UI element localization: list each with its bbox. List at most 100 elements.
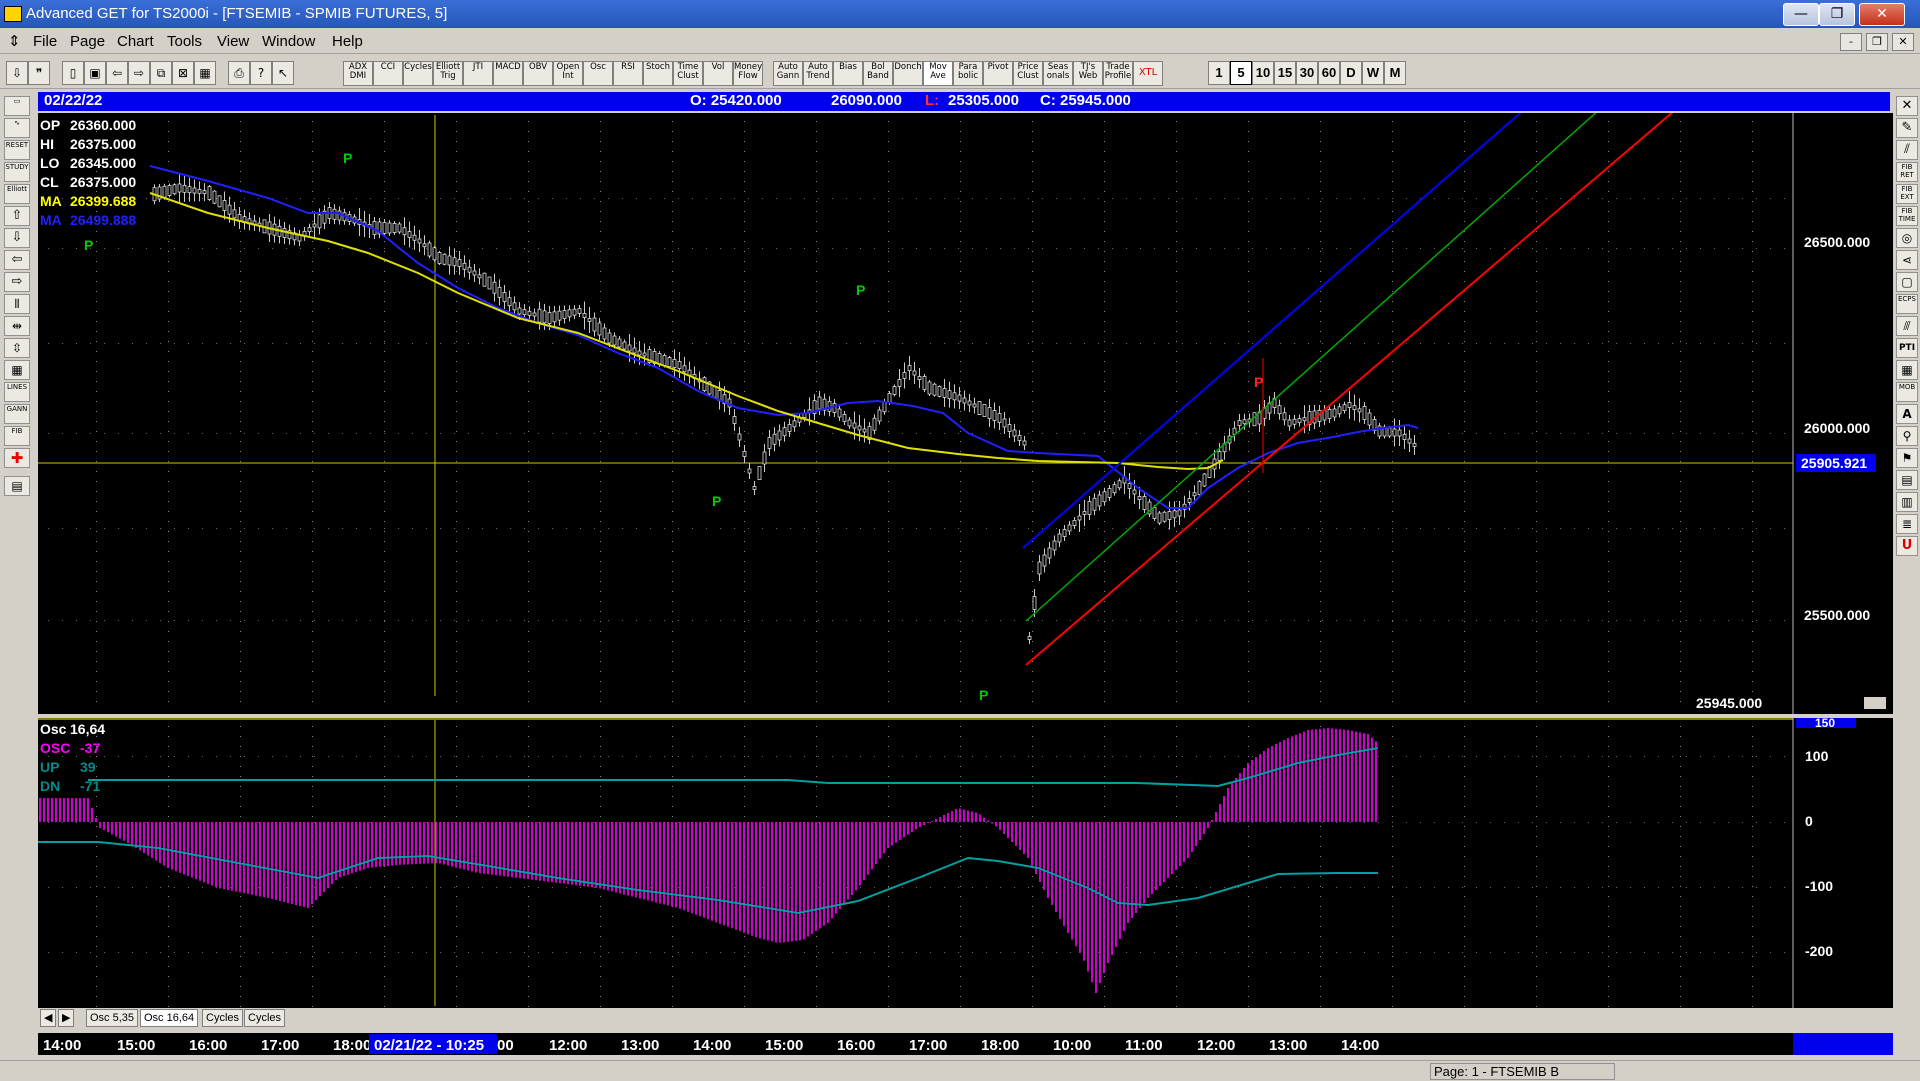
- pencil-icon[interactable]: ✎: [1896, 118, 1918, 138]
- menu-view[interactable]: View: [217, 33, 249, 50]
- tf-60[interactable]: 60: [1318, 61, 1340, 85]
- text-a-icon[interactable]: A: [1896, 404, 1918, 424]
- table-icon[interactable]: ▥: [1896, 492, 1918, 512]
- circle-icon[interactable]: ◎: [1896, 228, 1918, 248]
- ind-pivot[interactable]: Pivot: [983, 61, 1013, 86]
- menu-page[interactable]: Page: [70, 33, 105, 50]
- up-arrow-icon[interactable]: ⇧: [4, 206, 30, 226]
- tf-15[interactable]: 15: [1274, 61, 1296, 85]
- ind-obv[interactable]: OBV: [523, 61, 553, 86]
- save-icon[interactable]: ▤: [4, 476, 30, 496]
- tab-scroll-right[interactable]: ▶: [58, 1009, 75, 1027]
- ind-adx-dmi[interactable]: ADX DMI: [343, 61, 373, 86]
- mdi-minimize-button[interactable]: -: [1840, 33, 1862, 51]
- marker-icon[interactable]: ⚑: [1896, 448, 1918, 468]
- stack-icon[interactable]: ≣: [1896, 514, 1918, 534]
- menu-chart[interactable]: Chart: [117, 33, 154, 50]
- pin-icon[interactable]: ⇩: [6, 61, 28, 85]
- crosshair-icon[interactable]: ✚: [4, 448, 30, 468]
- menu-file[interactable]: File: [33, 33, 57, 50]
- ind-macd[interactable]: MACD: [493, 61, 523, 86]
- minimize-button[interactable]: —: [1783, 3, 1819, 26]
- ind-bias[interactable]: Bias: [833, 61, 863, 86]
- ind-open-int[interactable]: Open Int: [553, 61, 583, 86]
- menu-tools[interactable]: Tools: [167, 33, 202, 50]
- tf-m[interactable]: M: [1384, 61, 1406, 85]
- mdi-close-button[interactable]: ✕: [1892, 33, 1914, 51]
- fib-icon[interactable]: FIB: [4, 426, 30, 446]
- ind-time-clust[interactable]: Time Clust: [673, 61, 703, 86]
- expand-icon[interactable]: ⇹: [4, 316, 30, 336]
- ind-auto-trend[interactable]: Auto Trend: [803, 61, 833, 86]
- channel-icon[interactable]: ⫻: [1896, 316, 1918, 336]
- ind-bol-band[interactable]: Bol Band: [863, 61, 893, 86]
- ind-vol[interactable]: Vol: [703, 61, 733, 86]
- back-icon[interactable]: ⇦: [106, 61, 128, 85]
- ind-parabolic[interactable]: Para bolic: [953, 61, 983, 86]
- ind-stoch[interactable]: Stoch: [643, 61, 673, 86]
- tab-cycles-2[interactable]: Cycles: [244, 1009, 286, 1027]
- fib-time-icon[interactable]: FIB TIME: [1896, 206, 1918, 226]
- ind-auto-gann[interactable]: Auto Gann: [773, 61, 803, 86]
- mdi-restore-button[interactable]: ❐: [1866, 33, 1888, 51]
- down-arrow-icon[interactable]: ⇩: [4, 228, 30, 248]
- u-icon[interactable]: U: [1896, 536, 1918, 556]
- tile-icon[interactable]: ▦: [194, 61, 216, 85]
- ecps-icon[interactable]: ECPS: [1896, 294, 1918, 314]
- ind-money-flow[interactable]: Money Flow: [733, 61, 763, 86]
- forward-icon[interactable]: ⇨: [128, 61, 150, 85]
- ind-osc[interactable]: Osc: [583, 61, 613, 86]
- menu-window[interactable]: Window: [262, 33, 315, 50]
- reset-icon[interactable]: RESET: [4, 140, 30, 160]
- tab-osc-16-64[interactable]: Osc 16,64: [140, 1009, 199, 1027]
- tab-scroll-left[interactable]: ◀: [40, 1009, 57, 1027]
- ind-donch[interactable]: Donch: [893, 61, 923, 86]
- pti-icon[interactable]: PTI: [1896, 338, 1918, 358]
- maximize-button[interactable]: ❐: [1819, 3, 1855, 26]
- grid-icon[interactable]: ▦: [1896, 360, 1918, 380]
- ind-rsi[interactable]: RSI: [613, 61, 643, 86]
- open-icon[interactable]: ▭: [4, 96, 30, 116]
- tf-d[interactable]: D: [1340, 61, 1362, 85]
- ind-trade-profile[interactable]: Trade Profile: [1103, 61, 1133, 86]
- tab-cycles-1[interactable]: Cycles: [202, 1009, 244, 1027]
- price-panel[interactable]: 26500.000 26000.000 25500.000 25905.921 …: [38, 113, 1893, 714]
- new-icon[interactable]: ▯: [62, 61, 84, 85]
- copy-icon[interactable]: ⧉: [150, 61, 172, 85]
- gann-icon[interactable]: GANN: [4, 404, 30, 424]
- tf-w[interactable]: W: [1362, 61, 1384, 85]
- tf-10[interactable]: 10: [1252, 61, 1274, 85]
- elliott-icon[interactable]: Elliott: [4, 184, 30, 204]
- fan-icon[interactable]: ⋖: [1896, 250, 1918, 270]
- open-icon[interactable]: ▣: [84, 61, 106, 85]
- bars-icon[interactable]: ⫴: [4, 294, 30, 314]
- ind-mov-ave[interactable]: Mov Ave: [923, 61, 953, 86]
- ind-xtl[interactable]: XTL: [1133, 61, 1163, 86]
- box-icon[interactable]: ▢: [1896, 272, 1918, 292]
- help-icon[interactable]: ?: [250, 61, 272, 85]
- menu-help[interactable]: Help: [332, 33, 363, 50]
- close-button[interactable]: ✕: [1859, 3, 1905, 26]
- tf-5[interactable]: 5: [1230, 61, 1252, 85]
- close-x-icon[interactable]: ✕: [1896, 96, 1918, 116]
- fib-ret-icon[interactable]: FIB RET: [1896, 162, 1918, 182]
- right-arrow-icon[interactable]: ⇨: [4, 272, 30, 292]
- tf-30[interactable]: 30: [1296, 61, 1318, 85]
- quote-icon[interactable]: ❞: [28, 61, 50, 85]
- print-icon[interactable]: ⎙: [228, 61, 250, 85]
- ind-cci[interactable]: CCI: [373, 61, 403, 86]
- ind-seasonals[interactable]: Seas onals: [1043, 61, 1073, 86]
- ind-cycles[interactable]: Cycles: [403, 61, 433, 86]
- left-arrow-icon[interactable]: ⇦: [4, 250, 30, 270]
- scale-toggle-icon[interactable]: [1864, 697, 1886, 709]
- lines-icon[interactable]: LINES: [4, 382, 30, 402]
- study-icon[interactable]: STUDY: [4, 162, 30, 182]
- compress-icon[interactable]: ⇳: [4, 338, 30, 358]
- what-icon[interactable]: ↖: [272, 61, 294, 85]
- ind-jti[interactable]: JTI: [463, 61, 493, 86]
- ind-tjs-web[interactable]: TJ's Web: [1073, 61, 1103, 86]
- ind-elliott-trig[interactable]: Elliott Trig: [433, 61, 463, 86]
- mob-icon[interactable]: MOB: [1896, 382, 1918, 402]
- tab-osc-5-35[interactable]: Osc 5,35: [86, 1009, 139, 1027]
- ind-price-clust[interactable]: Price Clust: [1013, 61, 1043, 86]
